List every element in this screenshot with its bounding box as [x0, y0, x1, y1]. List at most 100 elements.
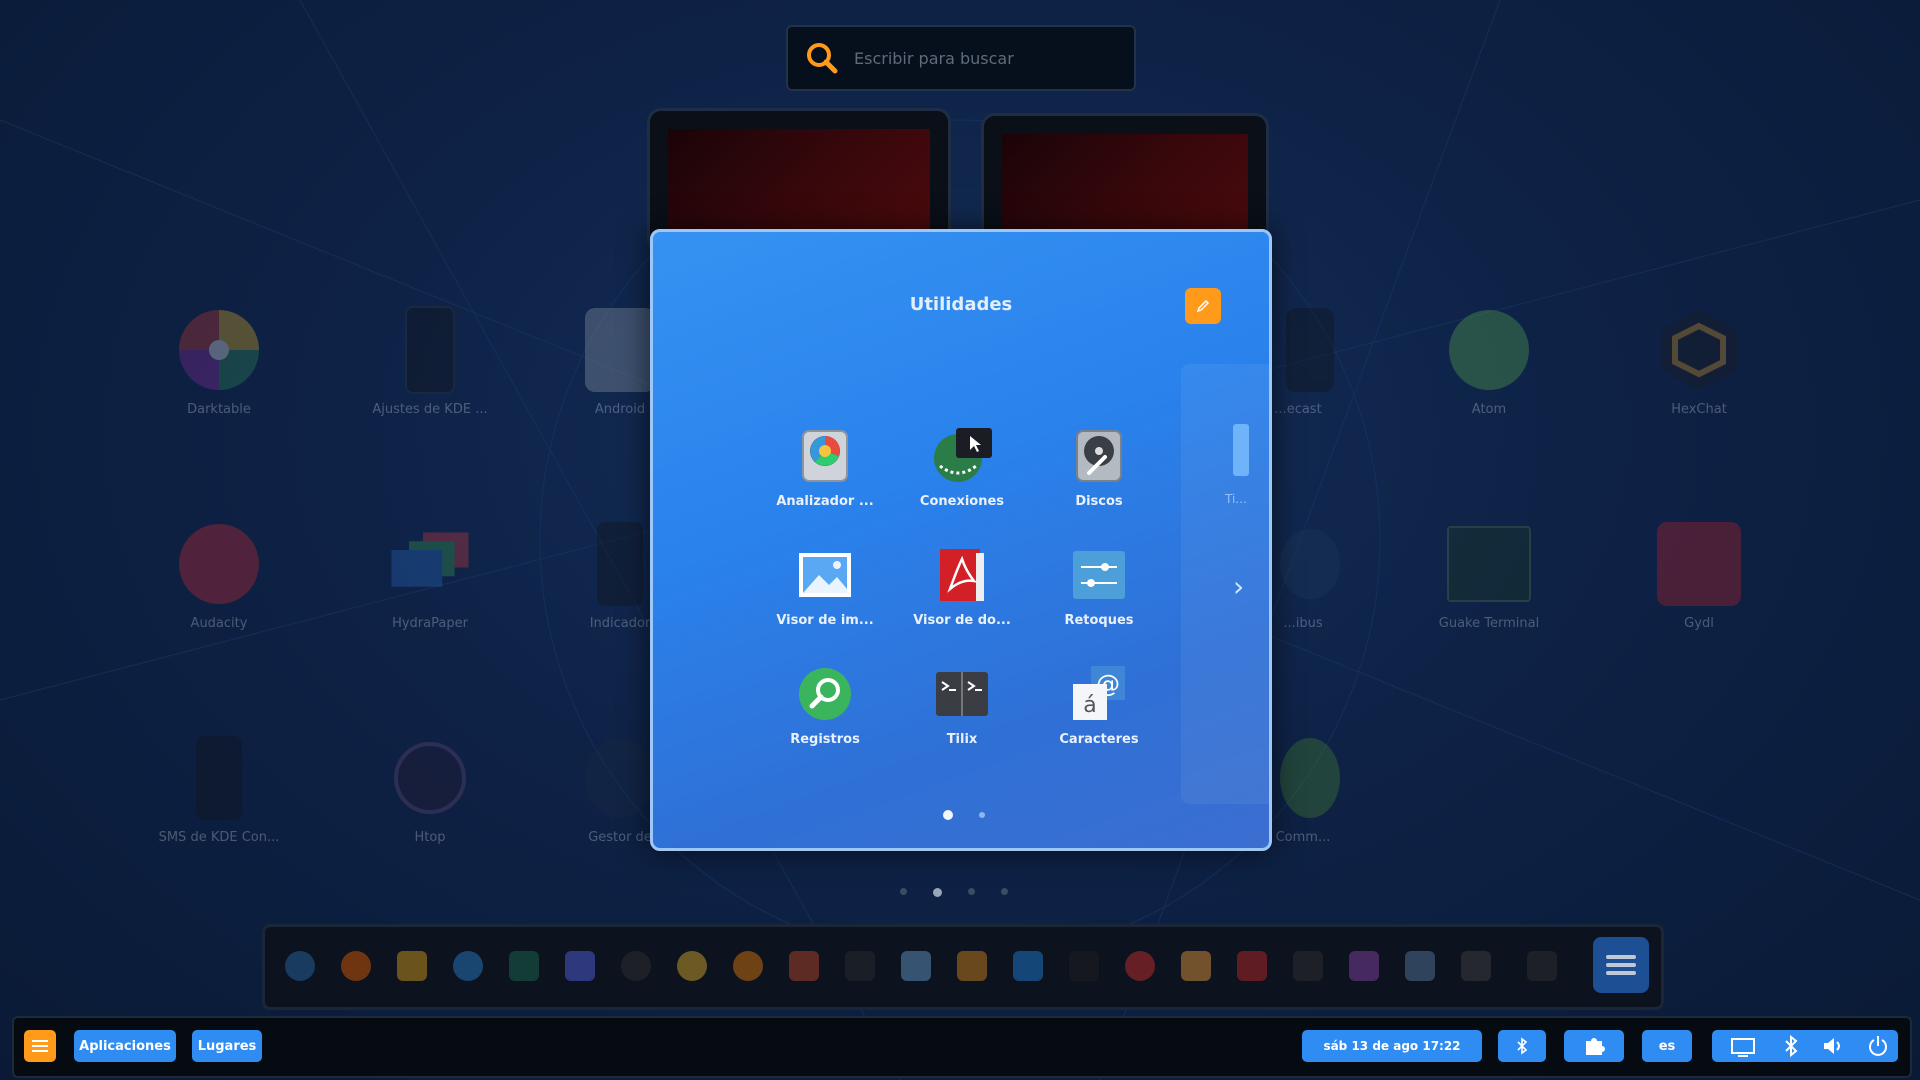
language-indicator[interactable]: es: [1642, 1030, 1692, 1062]
app-label: Guake Terminal: [1438, 616, 1540, 631]
folder-popup: Utilidades Ti... › Analizador ... Conexi…: [650, 229, 1272, 851]
page-dot[interactable]: [900, 888, 907, 895]
terminal-running-icon[interactable]: [1527, 951, 1557, 981]
blender-icon[interactable]: [733, 951, 763, 981]
app-label: Darktable: [187, 402, 251, 417]
connections-icon: [930, 424, 994, 488]
app-label: Conexiones: [919, 494, 1005, 509]
app-label: SMS de KDE Con...: [158, 830, 280, 845]
extensions-button[interactable]: [1564, 1030, 1624, 1062]
finder-icon[interactable]: [285, 951, 315, 981]
peek-app-icon: [1233, 424, 1249, 476]
notes-icon[interactable]: [1181, 951, 1211, 981]
next-page-arrow[interactable]: ›: [1233, 570, 1244, 603]
image-viewer-dock-icon[interactable]: [901, 951, 931, 981]
phone-icon[interactable]: [1461, 951, 1491, 981]
gimp-icon[interactable]: [789, 951, 819, 981]
sublime-icon[interactable]: [1069, 951, 1099, 981]
files-icon[interactable]: [397, 951, 427, 981]
show-apps-button[interactable]: [1593, 937, 1649, 993]
next-page-peek[interactable]: Ti...: [1181, 364, 1269, 804]
app-label: ...ecast: [1274, 402, 1322, 417]
firefox-icon[interactable]: [341, 951, 371, 981]
bluetooth-icon: [1517, 1037, 1528, 1055]
app-label: Registros: [790, 732, 860, 747]
places-menu-button[interactable]: Lugares: [192, 1030, 262, 1062]
app-cc[interactable]: Comm...: [1268, 736, 1340, 845]
vscode-icon[interactable]: [1013, 951, 1043, 981]
app-label: Comm...: [1275, 830, 1331, 845]
app-disk-usage-analyzer[interactable]: Analizador ...: [765, 424, 885, 509]
search-box[interactable]: [786, 25, 1136, 91]
app-label: Visor de im...: [776, 613, 874, 628]
app-darktable[interactable]: Darktable: [144, 308, 294, 417]
document-viewer-icon: [930, 543, 994, 607]
folder-page-dot[interactable]: [979, 812, 985, 818]
app-label: Tilix: [946, 732, 978, 747]
app-htop[interactable]: Htop: [355, 736, 505, 845]
puzzle-icon: [1586, 1038, 1605, 1055]
app-peek[interactable]: ...ecast: [1268, 308, 1334, 417]
rename-folder-button[interactable]: [1185, 288, 1221, 324]
inkscape-icon[interactable]: [845, 951, 875, 981]
peek-icon: [1268, 308, 1352, 392]
applications-menu-button[interactable]: Aplicaciones: [74, 1030, 176, 1062]
page-dot[interactable]: [968, 888, 975, 895]
darktable-icon: [177, 308, 261, 392]
clock-button[interactable]: sáb 13 de ago 17:22: [1302, 1030, 1482, 1062]
system-menu-button[interactable]: [1712, 1030, 1898, 1062]
app-ibus[interactable]: ...ibus: [1268, 522, 1340, 631]
app-atom[interactable]: Atom: [1414, 308, 1564, 417]
app-hexchat[interactable]: HexChat: [1624, 308, 1774, 417]
archive-icon[interactable]: [957, 951, 987, 981]
page-dot[interactable]: [1001, 888, 1008, 895]
svg-text:á: á: [1083, 693, 1096, 718]
system-status-icons: [1731, 1034, 1887, 1058]
screenshot-icon[interactable]: [1349, 951, 1379, 981]
pdf-icon[interactable]: [1237, 951, 1267, 981]
app-label: Htop: [414, 830, 446, 845]
folder-page-dot-active[interactable]: [943, 810, 953, 820]
pencil-icon: [1196, 299, 1210, 313]
downloader-icon[interactable]: [1125, 951, 1155, 981]
guake-icon: [1447, 522, 1531, 606]
tilix-dock-icon[interactable]: [1293, 951, 1323, 981]
app-document-viewer[interactable]: Visor de do...: [902, 543, 1022, 628]
app-logs[interactable]: Registros: [765, 662, 885, 747]
app-disks[interactable]: Discos: [1039, 424, 1159, 509]
emoji-icon[interactable]: [677, 951, 707, 981]
top-bar: Aplicaciones Lugares sáb 13 de ago 17:22…: [12, 1016, 1912, 1078]
search-input[interactable]: [852, 47, 1106, 69]
ibus-icon: [1268, 522, 1352, 606]
app-kdeconnect-sms[interactable]: SMS de KDE Con...: [144, 736, 294, 845]
tilix-icon: [930, 662, 994, 726]
kdeconnect-sms-icon: [177, 736, 261, 820]
app-connections[interactable]: Conexiones: [902, 424, 1022, 509]
hamburger-icon: [1606, 955, 1636, 975]
app-hydrapaper[interactable]: HydraPaper: [355, 522, 505, 631]
app-guake[interactable]: Guake Terminal: [1414, 522, 1564, 631]
arc-menu-button[interactable]: [24, 1030, 56, 1062]
app-characters[interactable]: @ á Caracteres: [1039, 662, 1159, 747]
app-gydl[interactable]: Gydl: [1624, 522, 1774, 631]
screen-recorder-icon[interactable]: [1405, 951, 1435, 981]
app-kde-settings[interactable]: Ajustes de KDE ...: [355, 306, 505, 417]
app-audacity[interactable]: Audacity: [144, 522, 294, 631]
page-dot-active[interactable]: [933, 888, 942, 897]
settings-icon[interactable]: [453, 951, 483, 981]
app-tweaks[interactable]: Retoques: [1039, 543, 1159, 628]
terminal-icon[interactable]: [509, 951, 539, 981]
app-tilix[interactable]: Tilix: [902, 662, 1022, 747]
peek-app-label: Ti...: [1225, 492, 1247, 506]
characters-icon: @ á: [1067, 662, 1131, 726]
app-label: Caracteres: [1059, 732, 1139, 747]
disks-icon: [1067, 424, 1131, 488]
steam-icon[interactable]: [621, 951, 651, 981]
folder-page-indicator: [943, 810, 985, 820]
dock: [262, 924, 1664, 1010]
folder-title: Utilidades: [909, 294, 1013, 315]
hexchat-icon: [1657, 308, 1741, 392]
app-image-viewer[interactable]: Visor de im...: [765, 543, 885, 628]
bluetooth-indicator[interactable]: [1498, 1030, 1546, 1062]
discord-icon[interactable]: [565, 951, 595, 981]
